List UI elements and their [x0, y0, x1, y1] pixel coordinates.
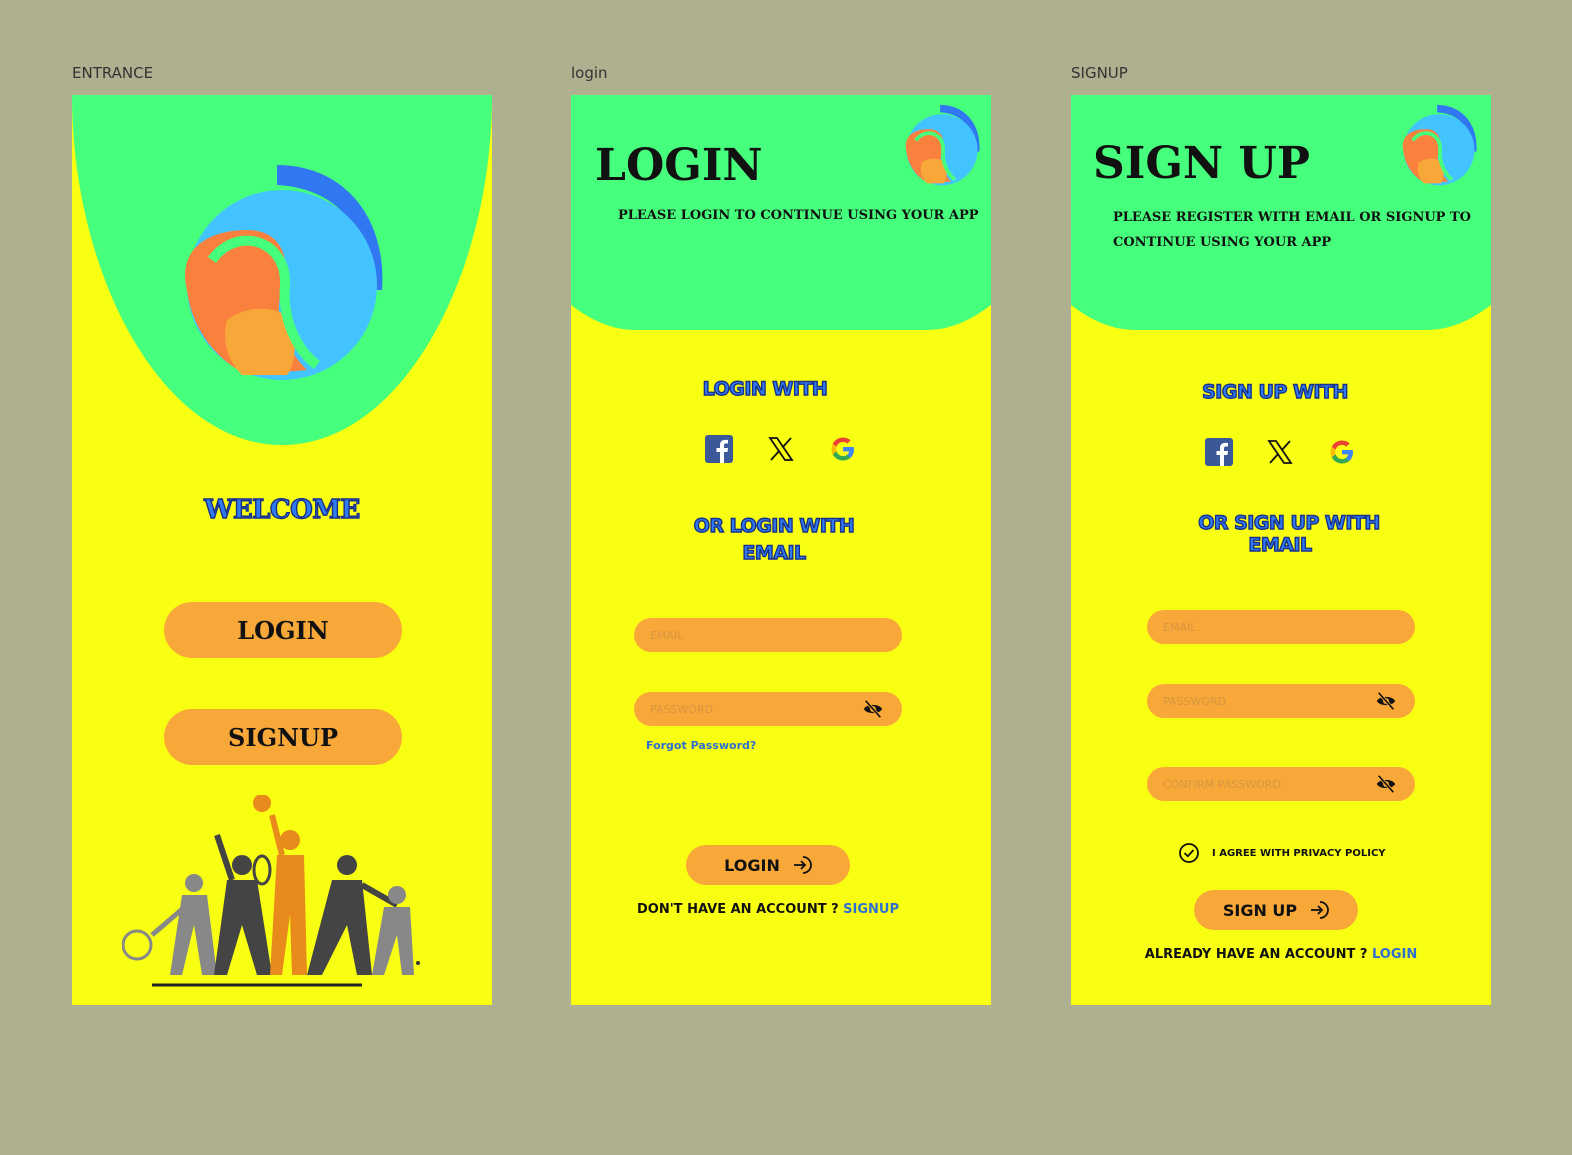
signup-submit-button[interactable]: SIGN UP: [1194, 890, 1358, 930]
entrance-signup-button[interactable]: SIGNUP: [164, 709, 402, 765]
email-input[interactable]: [634, 617, 902, 653]
signup-screen: SIGN UP PLEASE REGISTER WITH EMAIL OR SI…: [1071, 95, 1491, 1005]
app-logo-small: [1402, 104, 1477, 186]
page-title: LOGIN: [595, 140, 763, 191]
signup-prompt-text: DON'T HAVE AN ACCOUNT ?: [636, 902, 844, 917]
app-logo: [185, 165, 383, 380]
page-subtitle: PLEASE LOGIN TO CONTINUE USING YOUR APP: [618, 208, 979, 223]
email-heading-line1: OR SIGN UP WITH: [1197, 511, 1381, 534]
email-heading-line2: EMAIL: [742, 541, 807, 564]
eye-off-icon[interactable]: [1375, 773, 1397, 795]
entrance-login-button[interactable]: LOGIN: [164, 602, 402, 658]
confirm-password-input[interactable]: [1147, 766, 1375, 802]
signup-link[interactable]: SIGNUP: [843, 902, 899, 917]
app-logo-small: [905, 104, 980, 186]
google-icon[interactable]: [829, 435, 857, 463]
x-icon[interactable]: [767, 435, 795, 463]
x-icon[interactable]: [1266, 438, 1294, 466]
social-heading: SIGN UP WITH: [1201, 380, 1349, 403]
frame-label-signup: SIGNUP: [1071, 64, 1128, 82]
login-arrow-icon: [1311, 901, 1329, 919]
signup-submit-label: SIGN UP: [1222, 900, 1298, 920]
checkbox-checked-icon[interactable]: [1178, 842, 1200, 864]
privacy-agreement-label: I AGREE WITH PRIVACY POLICY: [1212, 847, 1386, 859]
email-heading: OR LOGIN WITH EMAIL: [571, 513, 977, 567]
eye-off-icon[interactable]: [1375, 690, 1397, 712]
page-subtitle-line2: CONTINUE USING YOUR APP: [1113, 235, 1332, 250]
page-title: SIGN UP: [1093, 138, 1310, 189]
welcome-heading: WELCOME: [203, 494, 361, 525]
social-heading: LOGIN WITH: [702, 377, 829, 400]
forgot-password-link[interactable]: Forgot Password?: [646, 739, 756, 752]
password-field[interactable]: [634, 691, 902, 727]
page-subtitle-line1: PLEASE REGISTER WITH EMAIL OR SIGNUP TO: [1113, 210, 1471, 225]
privacy-agreement[interactable]: I AGREE WITH PRIVACY POLICY: [1178, 842, 1386, 864]
sports-people-illustration: [122, 795, 420, 987]
login-submit-label: LOGIN: [724, 855, 780, 875]
facebook-icon[interactable]: [1205, 438, 1233, 466]
login-arrow-icon: [793, 856, 812, 874]
facebook-icon[interactable]: [705, 435, 733, 463]
signup-prompt: DON'T HAVE AN ACCOUNT ? SIGNUP: [571, 902, 965, 917]
confirm-password-field[interactable]: [1147, 766, 1415, 802]
google-icon[interactable]: [1328, 438, 1356, 466]
password-field[interactable]: [1147, 683, 1415, 719]
password-input[interactable]: [1147, 683, 1375, 719]
login-screen: LOGIN PLEASE LOGIN TO CONTINUE USING YOU…: [571, 95, 991, 1005]
eye-off-icon[interactable]: [862, 698, 884, 720]
login-submit-button[interactable]: LOGIN: [686, 845, 850, 885]
email-heading: OR SIGN UP WITH EMAIL: [1071, 511, 1491, 556]
email-input[interactable]: [1147, 609, 1415, 645]
entrance-screen: WELCOME LOGIN SIGNUP: [72, 95, 492, 1005]
login-link[interactable]: LOGIN: [1372, 947, 1417, 962]
page-subtitle: PLEASE REGISTER WITH EMAIL OR SIGNUP TO …: [1113, 205, 1471, 255]
frame-label-login: login: [571, 64, 608, 82]
frame-label-entrance: ENTRANCE: [72, 64, 154, 82]
email-field[interactable]: [634, 617, 902, 653]
email-heading-line2: EMAIL: [1248, 533, 1313, 556]
email-field[interactable]: [1147, 609, 1415, 645]
login-prompt: ALREADY HAVE AN ACCOUNT ? LOGIN: [1071, 947, 1491, 962]
login-prompt-text: ALREADY HAVE AN ACCOUNT ?: [1144, 947, 1372, 962]
password-input[interactable]: [634, 691, 862, 727]
email-heading-line1: OR LOGIN WITH: [693, 514, 855, 537]
